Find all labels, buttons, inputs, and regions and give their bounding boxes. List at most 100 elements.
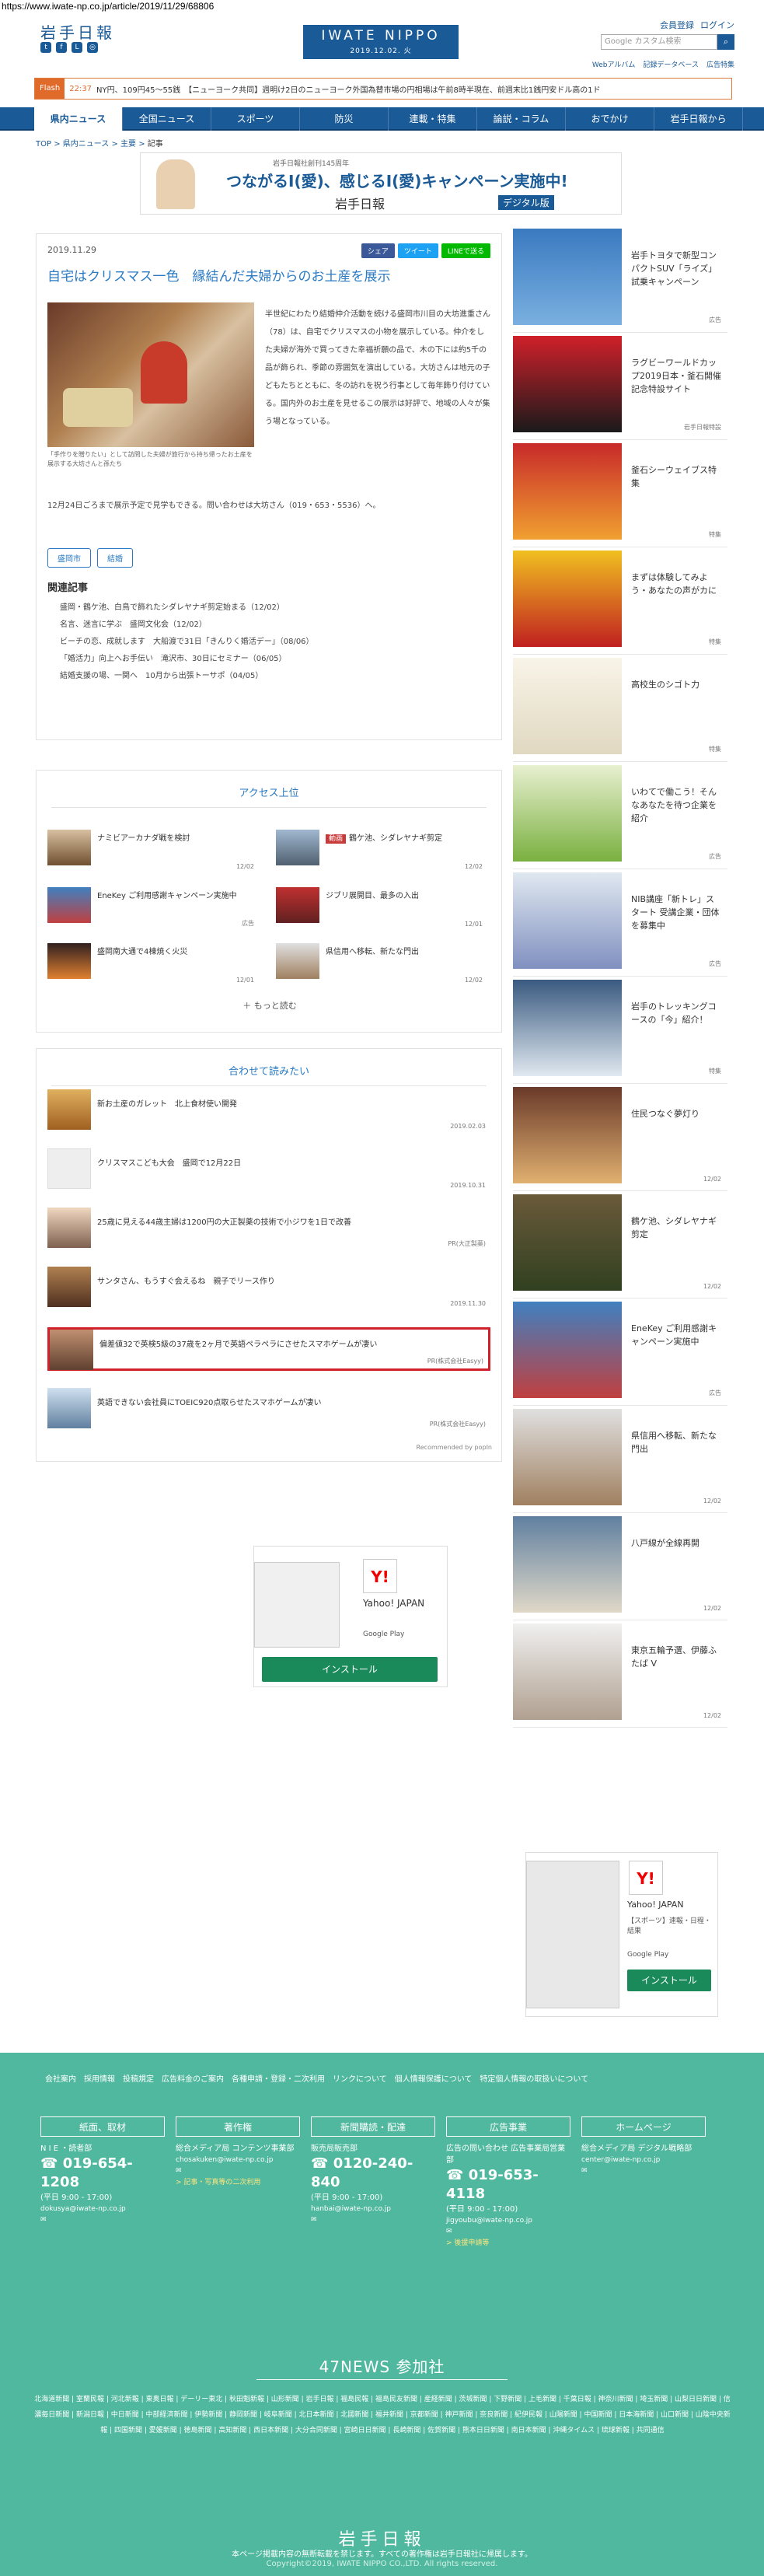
article-photo[interactable] bbox=[47, 302, 254, 447]
sidebar-item[interactable]: 鶴ケ池、シダレヤナギ剪定 12/02 bbox=[513, 1191, 727, 1298]
web-album-link[interactable]: Webアルバム bbox=[592, 59, 636, 69]
database-link[interactable]: 記録データベース bbox=[643, 59, 699, 69]
recommend-item[interactable]: サンタさん、もうすぐ会えるね 親子でリース作り 2019.11.30 bbox=[47, 1267, 490, 1310]
ranking-item[interactable]: 盛岡南大通で4棟焼く火災 12/01 bbox=[47, 943, 257, 984]
breadcrumb-local[interactable]: 県内ニュース bbox=[63, 140, 110, 149]
sidebar-item[interactable]: いわてで働こう！そんなあなたを待つ企業を紹介 広告 bbox=[513, 762, 727, 869]
recommend-item[interactable]: 新お土産のガレット 北上食材使い開発 2019.02.03 bbox=[47, 1089, 490, 1133]
sidebar-item[interactable]: 県信用へ移転、新たな門出 12/02 bbox=[513, 1406, 727, 1513]
mail-icon[interactable]: ✉ bbox=[40, 2214, 165, 2225]
sidebar-item[interactable]: 八戸線が全線再開 12/02 bbox=[513, 1513, 727, 1620]
install-button[interactable]: インストール bbox=[627, 1970, 711, 1991]
tag-marriage[interactable]: 結婚 bbox=[97, 548, 133, 568]
contact-column: 広告事業 広告の問い合わせ 広告事業局営業部 ☎ 019-653-4118 (平日 9… bbox=[446, 2116, 570, 2249]
brand-logo[interactable]: IWATE NIPPO 2019.12.02. 火 bbox=[303, 25, 459, 59]
mail-icon[interactable]: ✉ bbox=[176, 2165, 300, 2176]
nav-editorials[interactable]: 論説・コラム bbox=[477, 107, 566, 131]
facebook-icon[interactable]: f bbox=[56, 42, 67, 53]
flash-label: Flash bbox=[35, 79, 65, 99]
mail-icon[interactable]: ✉ bbox=[311, 2214, 435, 2225]
recommend-item[interactable]: クリスマスこども大会 盛岡で12月22日 2019.10.31 bbox=[47, 1148, 490, 1192]
site-logo[interactable]: 岩手日報 bbox=[40, 20, 115, 43]
search-icon[interactable]: ⌕ bbox=[717, 34, 734, 50]
sidebar-item[interactable]: EneKey ご利用感謝キャンペーン実施中 広告 bbox=[513, 1298, 727, 1406]
install-button[interactable]: インストール bbox=[262, 1657, 438, 1682]
contact-mail[interactable]: jigyoubu@iwate-np.co.jp bbox=[446, 2215, 570, 2226]
breadcrumb-top[interactable]: TOP bbox=[36, 140, 51, 149]
contact-mail[interactable]: dokusya@iwate-np.co.jp bbox=[40, 2204, 165, 2214]
contact-mail[interactable]: hanbai@iwate-np.co.jp bbox=[311, 2204, 435, 2214]
ad-feature-link[interactable]: 広告特集 bbox=[706, 59, 734, 69]
nav-local-news[interactable]: 県内ニュース bbox=[34, 107, 123, 131]
contact-mail[interactable]: chosakuken@iwate-np.co.jp bbox=[176, 2155, 300, 2165]
nav-national-news[interactable]: 全国ニュース bbox=[123, 107, 211, 131]
mail-icon[interactable]: ✉ bbox=[581, 2165, 706, 2176]
related-item[interactable]: 「婚活力」向上へお手伝い 滝沢市、30日にセミナー（06/05） bbox=[60, 651, 314, 668]
contact-extra-link[interactable]: > 後援申請等 bbox=[446, 2237, 570, 2249]
recommend-item-highlighted[interactable]: 偏差値32で英検5級の37歳を2ヶ月で英語ペラペラにさせたスマホゲームが凄い P… bbox=[47, 1327, 490, 1371]
nav-sports[interactable]: スポーツ bbox=[211, 107, 300, 131]
sidebar-item[interactable]: 岩手のトレッキングコースの「今」紹介！ 特集 bbox=[513, 977, 727, 1084]
contact-phone[interactable]: ☎ 019-654-1208 bbox=[40, 2155, 165, 2192]
ranking-item[interactable]: ジブリ展開目、最多の入出 12/01 bbox=[276, 887, 486, 928]
contact-phone[interactable]: ☎ 019-653-4118 bbox=[446, 2166, 570, 2204]
address-bar[interactable]: https://www.iwate-np.co.jp/article/2019/… bbox=[0, 0, 764, 12]
recommend-text: クリスマスこども大会 盛岡で12月22日 bbox=[97, 1159, 242, 1168]
ranking-text: 動画 鶴ケ池、シダレヤナギ剪定 bbox=[326, 833, 481, 845]
login-link[interactable]: ログイン bbox=[700, 19, 734, 31]
recommend-item[interactable]: 25歳に見える44歳主婦は1200円の大正製薬の技術で小ジワを1日で改善 PR(… bbox=[47, 1208, 490, 1251]
sidebar-item[interactable]: 住民つなぐ夢灯り 12/02 bbox=[513, 1084, 727, 1191]
contact-phone[interactable]: ☎ 0120-240-840 bbox=[311, 2155, 435, 2192]
more-label: もっと読む bbox=[253, 1001, 297, 1011]
related-item[interactable]: ビーチの恋、成就します 大船渡で31日「きんりく婚活デー」（08/06） bbox=[60, 634, 314, 651]
line-share-button[interactable]: LINEで送る bbox=[441, 243, 490, 258]
yahoo-app-icon: Y! bbox=[363, 1559, 397, 1593]
flash-text: NY円、109円45～55銭 【ニューヨーク共同】週明け2日のニューヨーク外国為… bbox=[96, 86, 601, 95]
more-link[interactable]: ＋ もっと読む bbox=[37, 999, 503, 1012]
search-input[interactable]: Google カスタム検索 bbox=[601, 34, 717, 50]
popin-credit[interactable]: Recommended by popIn bbox=[417, 1444, 492, 1451]
tweet-button[interactable]: ツイート bbox=[397, 243, 438, 258]
yahoo-app-ad[interactable]: Y! Yahoo! JAPAN Google Play インストール bbox=[253, 1546, 448, 1687]
breadcrumb-main[interactable]: 主要 bbox=[120, 140, 136, 149]
ranking-item[interactable]: 県信用へ移転、新たな門出 12/02 bbox=[276, 943, 486, 984]
footer-links[interactable]: 会社案内 採用情報 投稿規定 広告料金のご案内 各種申請・登録・二次利用 リンク… bbox=[45, 2071, 636, 2088]
sidebar-item[interactable]: 高校生のシゴト力 特集 bbox=[513, 655, 727, 762]
tag-morioka[interactable]: 盛岡市 bbox=[47, 548, 91, 568]
sidebar-item[interactable]: 東京五輪予選、伊藤ふたば V 12/02 bbox=[513, 1620, 727, 1728]
phone-icon: ☎ bbox=[40, 2155, 63, 2172]
register-link[interactable]: 会員登録 bbox=[660, 19, 694, 31]
nav-features[interactable]: 連載・特集 bbox=[389, 107, 477, 131]
sidebar-item[interactable]: 岩手トヨタで新型コンパクトSUV「ライズ」試乗キャンペーン 広告 bbox=[513, 225, 727, 333]
related-item[interactable]: 結婚支援の場、一関へ 10月から出張トーサポ（04/05） bbox=[60, 668, 314, 685]
nav-outings[interactable]: おでかけ bbox=[566, 107, 654, 131]
ranking-thumb bbox=[47, 887, 91, 923]
ad-app-name: Yahoo! JAPAN bbox=[627, 1900, 684, 1910]
instagram-icon[interactable]: ◎ bbox=[87, 42, 98, 53]
related-item[interactable]: 盛岡・鶴ケ池、白鳥で飾れたシダレヤナギ剪定始まる（12/02） bbox=[60, 599, 314, 617]
nav-from-iwate-nippo[interactable]: 岩手日報から bbox=[654, 107, 743, 131]
yahoo-app-ad-sidebar[interactable]: Y! Yahoo! JAPAN 【スポーツ】速報・日程・結果 Google Pl… bbox=[525, 1852, 718, 2017]
sidebar-item[interactable]: まずは体験してみよう・あなたの声がカに 特集 bbox=[513, 547, 727, 655]
partner-papers[interactable]: 北海道新聞 | 室蘭民報 | 河北新報 | 東奥日報 | デーリー東北 | 秋田… bbox=[34, 2392, 731, 2438]
recommend-item[interactable]: 英語できない会社員にTOEIC920点取らせたスマホゲームが凄い PR(株式会社… bbox=[47, 1388, 490, 1431]
mail-icon[interactable]: ✉ bbox=[446, 2226, 570, 2237]
sidebar-item[interactable]: NIB講座「新トレ」スタート 受講企業・団体を募集中 広告 bbox=[513, 869, 727, 977]
ranking-item[interactable]: EneKey ご利用感謝キャンペーン実施中 広告 bbox=[47, 887, 257, 928]
line-icon[interactable]: L bbox=[72, 42, 82, 53]
campaign-banner[interactable]: 岩手日報社創刊145周年 つながるI(愛)、感じるI(愛)キャンペーン実施中! … bbox=[140, 152, 622, 215]
sidebar-item[interactable]: ラグビーワールドカップ2019日本・釜石開催記念特設サイト 岩手日報特設 bbox=[513, 333, 727, 440]
facebook-share-button[interactable]: シェア bbox=[361, 243, 395, 258]
flash-ticker[interactable]: Flash 22:37 NY円、109円45～55銭 【ニューヨーク共同】週明け… bbox=[34, 78, 732, 100]
nav-disaster[interactable]: 防災 bbox=[300, 107, 389, 131]
contact-extra-link[interactable]: > 記事・写真等の二次利用 bbox=[176, 2176, 300, 2189]
ranking-item[interactable]: 動画 鶴ケ池、シダレヤナギ剪定 12/02 bbox=[276, 830, 486, 870]
sidebar-item[interactable]: 釜石シーウェイブス特集 特集 bbox=[513, 440, 727, 547]
related-item[interactable]: 名言、迷言に学ぶ 盛岡文化会（12/02） bbox=[60, 617, 314, 634]
contact-mail[interactable]: center@iwate-np.co.jp bbox=[581, 2155, 706, 2165]
banner-line1: 岩手日報社創刊145周年 bbox=[273, 160, 350, 168]
ranking-item[interactable]: ナミビアーカナダ戦を検討 12/02 bbox=[47, 830, 257, 870]
sidebar-thumb bbox=[513, 1516, 622, 1613]
twitter-icon[interactable]: t bbox=[40, 42, 51, 53]
sidebar-label: 特集 bbox=[709, 638, 721, 645]
